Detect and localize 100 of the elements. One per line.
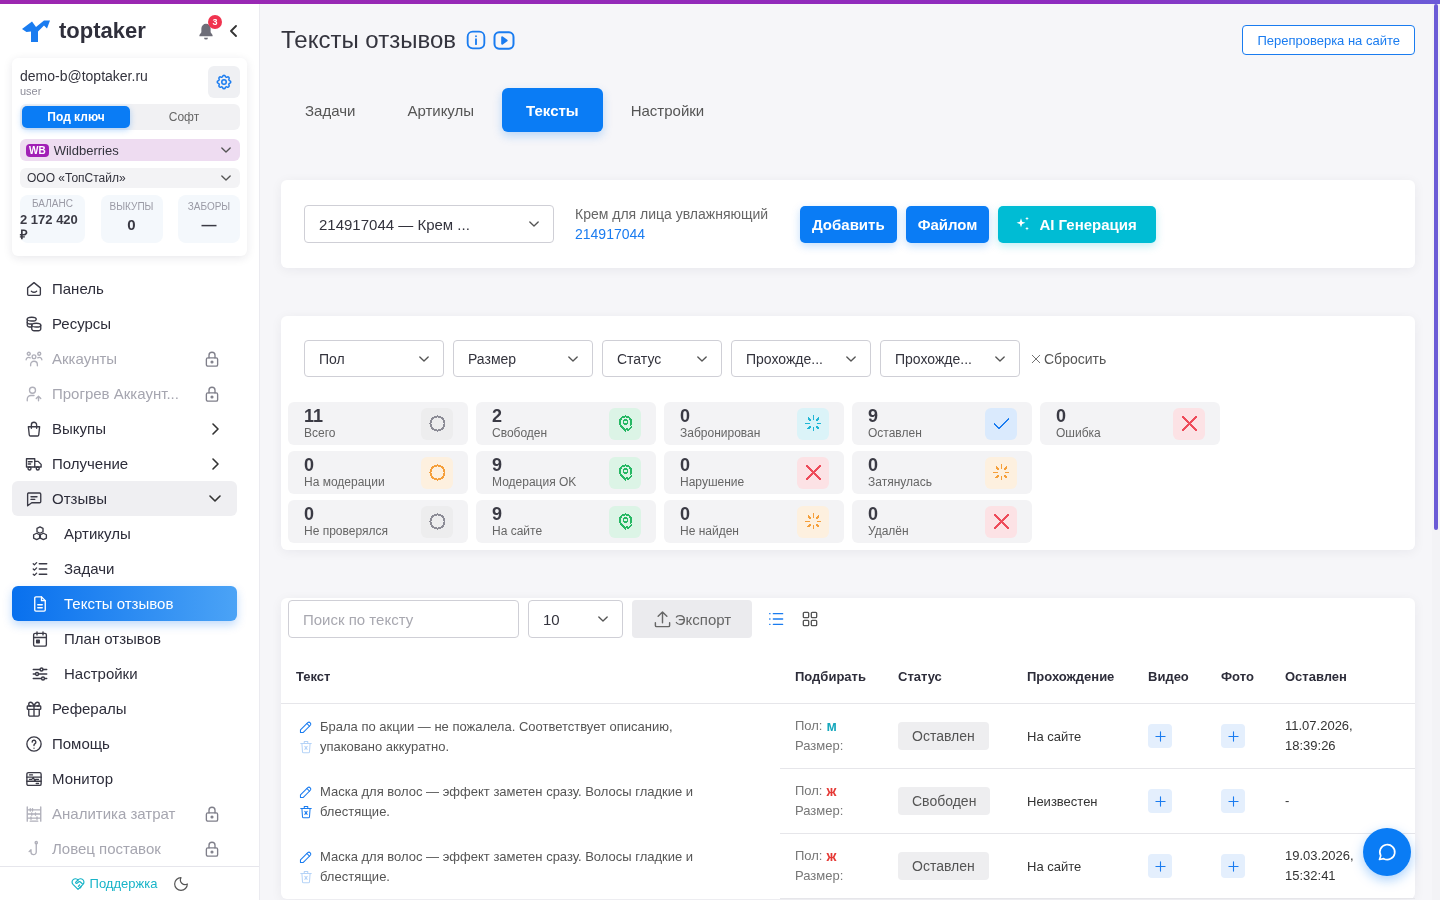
tab[interactable]: Настройки: [606, 88, 729, 132]
nav-item[interactable]: Выкупы: [12, 411, 237, 446]
chevron-left-icon[interactable]: [230, 25, 237, 37]
marketplace-select[interactable]: WB Wildberries: [20, 139, 240, 161]
chevron-down-icon: [529, 221, 539, 227]
counter-value: 0: [868, 504, 879, 524]
scrollbar-thumb[interactable]: [1434, 4, 1438, 530]
add-video-button[interactable]: [1148, 724, 1172, 748]
mode-tab[interactable]: Софт: [130, 106, 238, 128]
mode-tab[interactable]: Под ключ: [22, 106, 130, 128]
add-photo-button[interactable]: [1221, 854, 1245, 878]
info-icon[interactable]: [466, 30, 486, 50]
pencil-icon[interactable]: [299, 784, 313, 799]
account-role: user: [20, 85, 43, 98]
review-text: Маска для волос — эффект заметен сразу. Волосы гладкие и блестящие.: [320, 847, 695, 886]
plus-icon: [1227, 730, 1239, 742]
marketplace-badge: WB: [26, 143, 49, 157]
lock-icon: [203, 839, 221, 858]
play-icon[interactable]: [493, 30, 515, 50]
counter-label: Всего: [304, 426, 337, 441]
file-button[interactable]: Файлом: [905, 205, 990, 243]
tab[interactable]: Артикулы: [383, 88, 499, 132]
list-view-icon[interactable]: [768, 611, 784, 627]
nav-item[interactable]: Задачи: [12, 551, 237, 586]
nav-item[interactable]: Тексты отзывов: [12, 586, 237, 621]
pencil-icon[interactable]: [299, 719, 313, 734]
product-name: Крем для лица увлажняющий: [575, 205, 770, 224]
counter-label: Ошибка: [1056, 426, 1102, 441]
close-icon: [1031, 353, 1041, 364]
moon-icon[interactable]: [173, 875, 190, 892]
counter-value: 0: [304, 504, 315, 524]
counter-value: 0: [680, 455, 691, 475]
nav-item[interactable]: Панель: [12, 271, 237, 306]
settings-button[interactable]: [208, 66, 240, 98]
page-title: Тексты отзывов: [281, 25, 456, 55]
add-video-button[interactable]: [1148, 854, 1172, 878]
article-link[interactable]: 214917044: [575, 224, 646, 244]
nav-item[interactable]: Рефералы: [12, 691, 237, 726]
page-size-select[interactable]: 10: [528, 600, 623, 638]
counter-value: 9: [868, 406, 879, 426]
review-text: Брала по акции — не пожалела. Соответствует описанию, упаковано аккуратно.: [320, 717, 674, 756]
recheck-button[interactable]: Перепроверка на сайте: [1242, 25, 1415, 55]
company-select[interactable]: ООО «ТопСтайл»: [20, 168, 240, 188]
nav-item[interactable]: Настройки: [12, 656, 237, 691]
posted-date: 19.03.2026, 15:32:41: [1285, 847, 1355, 885]
column-header: Фото: [1221, 669, 1254, 684]
add-button[interactable]: Добавить: [800, 205, 897, 243]
search-field[interactable]: Поиск по тексту: [288, 600, 519, 638]
filter-select[interactable]: Пол: [304, 340, 444, 377]
filter-select[interactable]: Прохожде...: [731, 340, 871, 377]
posted-date: -: [1285, 792, 1291, 810]
add-photo-button[interactable]: [1221, 724, 1245, 748]
counter-value: 0: [304, 455, 315, 475]
nav-item[interactable]: Монитор: [12, 761, 237, 796]
brand-name: toptaker: [59, 18, 146, 44]
bell-icon[interactable]: [198, 23, 214, 40]
chevron-down-icon: [568, 355, 578, 362]
size-label: Размер:: [795, 737, 844, 755]
nav-item[interactable]: Отзывы: [12, 481, 237, 516]
filter-select[interactable]: Прохожде...: [880, 340, 1020, 377]
sex-value: ж: [826, 847, 837, 866]
counter-label: Не проверялся: [304, 524, 389, 539]
trash-icon[interactable]: [299, 804, 313, 819]
tab[interactable]: Тексты: [502, 88, 603, 132]
counter-value: 0: [680, 504, 691, 524]
counter-value: 11: [304, 406, 325, 426]
cubes-icon: [31, 524, 49, 543]
bag-icon: [25, 419, 43, 438]
pencil-icon[interactable]: [299, 849, 313, 864]
chevron-down-icon: [598, 616, 608, 622]
summary-value: 2 172 420 ₽: [20, 212, 79, 242]
plus-icon: [1227, 795, 1239, 807]
message-icon: [25, 489, 43, 508]
account-email: demo-b@toptaker.ru: [20, 68, 148, 85]
checklist-icon: [31, 559, 49, 578]
home-icon: [25, 279, 43, 298]
nav-item[interactable]: Помощь: [12, 726, 237, 761]
chevron-down-icon: [221, 175, 231, 181]
counter-label: На сайте: [492, 524, 544, 539]
filter-select[interactable]: Размер: [453, 340, 593, 377]
column-header: Оставлен: [1285, 669, 1347, 684]
upload-icon: [652, 609, 672, 629]
reset-button[interactable]: Сбросить: [1031, 350, 1107, 367]
nav-item[interactable]: План отзывов: [12, 621, 237, 656]
tab[interactable]: Задачи: [281, 88, 380, 132]
article-select[interactable]: 214917044 — Крем ...: [304, 205, 554, 243]
add-video-button[interactable]: [1148, 789, 1172, 813]
counter-label: Свободен: [492, 426, 549, 441]
export-button[interactable]: Экспорт: [632, 600, 752, 638]
counter-label: Удалён: [868, 524, 910, 539]
nav-item[interactable]: Получение: [12, 446, 237, 481]
summary-value: —: [201, 215, 217, 235]
chevron-down-icon: [697, 355, 707, 362]
column-header: Прохождение: [1027, 669, 1115, 684]
nav-item[interactable]: Ресурсы: [12, 306, 237, 341]
filter-select[interactable]: Статус: [602, 340, 722, 377]
grid-view-icon[interactable]: [802, 611, 818, 627]
nav-item[interactable]: Артикулы: [12, 516, 237, 551]
add-photo-button[interactable]: [1221, 789, 1245, 813]
summary-value: 0: [127, 215, 136, 235]
